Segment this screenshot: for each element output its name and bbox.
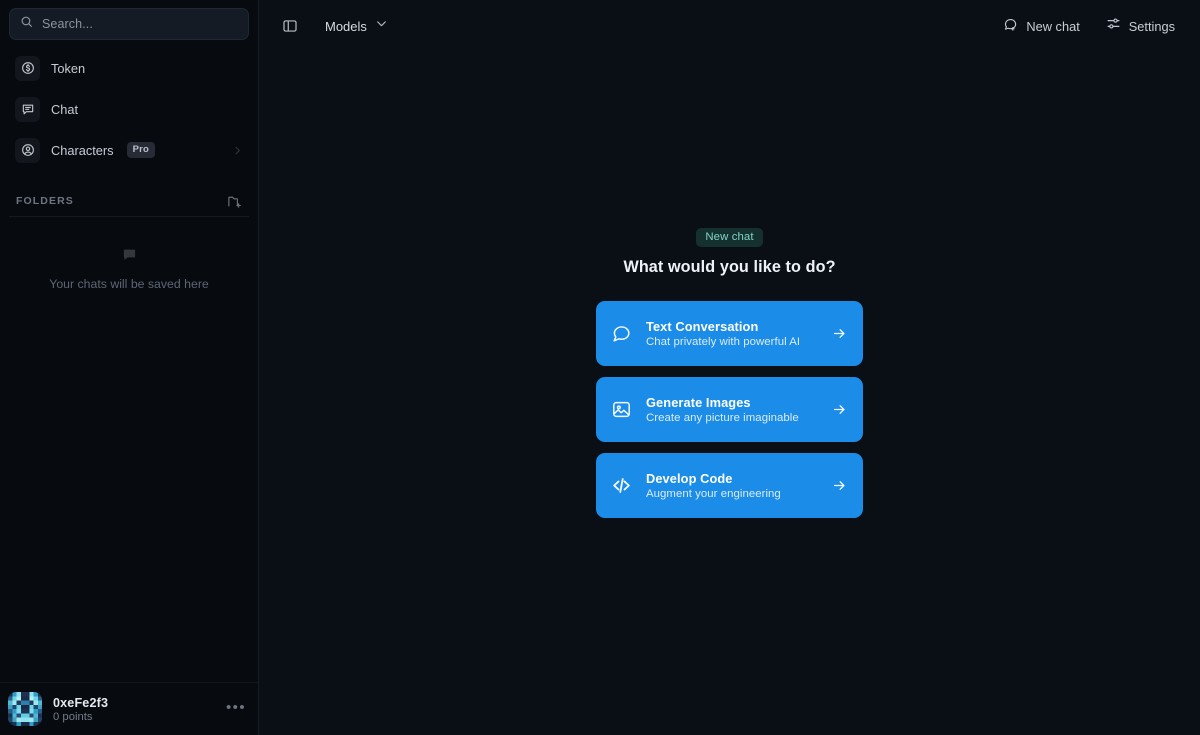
settings-label: Settings [1128,18,1175,34]
new-chat-label: New chat [1026,18,1080,34]
sidebar-item-label: Token [51,60,86,76]
welcome-canvas: New chat What would you like to do? Text… [259,52,1200,735]
chevron-right-icon[interactable] [232,145,243,156]
sidebar-item-label: Chat [51,101,79,117]
sidebar-item-chat[interactable]: Chat [9,91,249,127]
card-develop-code[interactable]: Develop Code Augment your engineering [596,452,863,518]
user-points: 0 points [53,710,93,723]
code-icon [611,475,632,496]
models-dropdown[interactable]: Models [319,13,394,39]
card-subtitle: Augment your engineering [646,487,781,500]
sidebar-panel-icon[interactable] [277,13,303,39]
card-text: Develop Code Augment your engineering [646,471,781,500]
search-container: Search... [0,0,258,40]
message-square-icon [122,247,137,262]
arrow-right-icon [832,326,847,341]
search-placeholder: Search... [42,17,93,31]
folder-plus-icon[interactable] [227,194,242,209]
chat-bubble-icon [15,96,40,122]
pro-badge: Pro [126,142,156,158]
main-area: Models New chat Settings New chat What w… [259,0,1200,735]
search-icon [20,15,33,33]
sidebar-item-token[interactable]: Token [9,50,249,86]
card-title: Generate Images [646,394,751,410]
card-title: Develop Code [646,470,733,486]
message-plus-icon [1003,16,1018,36]
folders-header: FOLDERS [0,168,258,212]
card-generate-images[interactable]: Generate Images Create any picture imagi… [596,376,863,442]
chat-bubble-icon [611,323,632,344]
card-text: Text Conversation Chat privately with po… [646,319,800,348]
ellipsis-icon[interactable]: ••• [226,700,246,718]
user-name: 0xeFe2f3 [53,695,109,710]
user-circle-icon [15,137,40,163]
user-profile-row[interactable]: 0xeFe2f3 0 points ••• [0,682,258,735]
sidebar-item-label: Characters [51,142,114,158]
folders-empty-text: Your chats will be saved here [49,277,209,291]
card-text: Generate Images Create any picture imagi… [646,395,799,424]
action-cards: Text Conversation Chat privately with po… [596,300,863,518]
card-subtitle: Create any picture imaginable [646,411,799,424]
folders-empty-state: Your chats will be saved here [0,217,258,291]
arrow-right-icon [832,402,847,417]
identicon-avatar [8,692,42,726]
chevron-down-icon [375,17,388,35]
sliders-icon [1106,16,1121,36]
card-title: Text Conversation [646,318,759,334]
arrow-right-icon [832,478,847,493]
models-label: Models [325,18,367,34]
settings-button[interactable]: Settings [1098,11,1183,41]
folders-title: FOLDERS [16,195,74,207]
card-subtitle: Chat privately with powerful AI [646,335,801,348]
search-input[interactable]: Search... [9,8,249,40]
dollar-circle-icon [15,55,40,81]
header-actions: New chat Settings [995,11,1183,41]
sidebar: Search... Token Chat Characters Pro FOLD… [0,0,259,735]
card-text-conversation[interactable]: Text Conversation Chat privately with po… [596,300,863,366]
app-root: Search... Token Chat Characters Pro FOLD… [0,0,1200,735]
page-title: What would you like to do? [623,257,836,276]
sidebar-nav: Token Chat Characters Pro [0,40,258,168]
top-header: Models New chat Settings [259,0,1200,52]
new-chat-button[interactable]: New chat [995,11,1087,41]
image-icon [611,399,632,420]
user-meta: 0xeFe2f3 0 points [53,696,108,723]
sidebar-item-characters[interactable]: Characters Pro [9,132,249,168]
new-chat-badge: New chat [696,227,763,247]
